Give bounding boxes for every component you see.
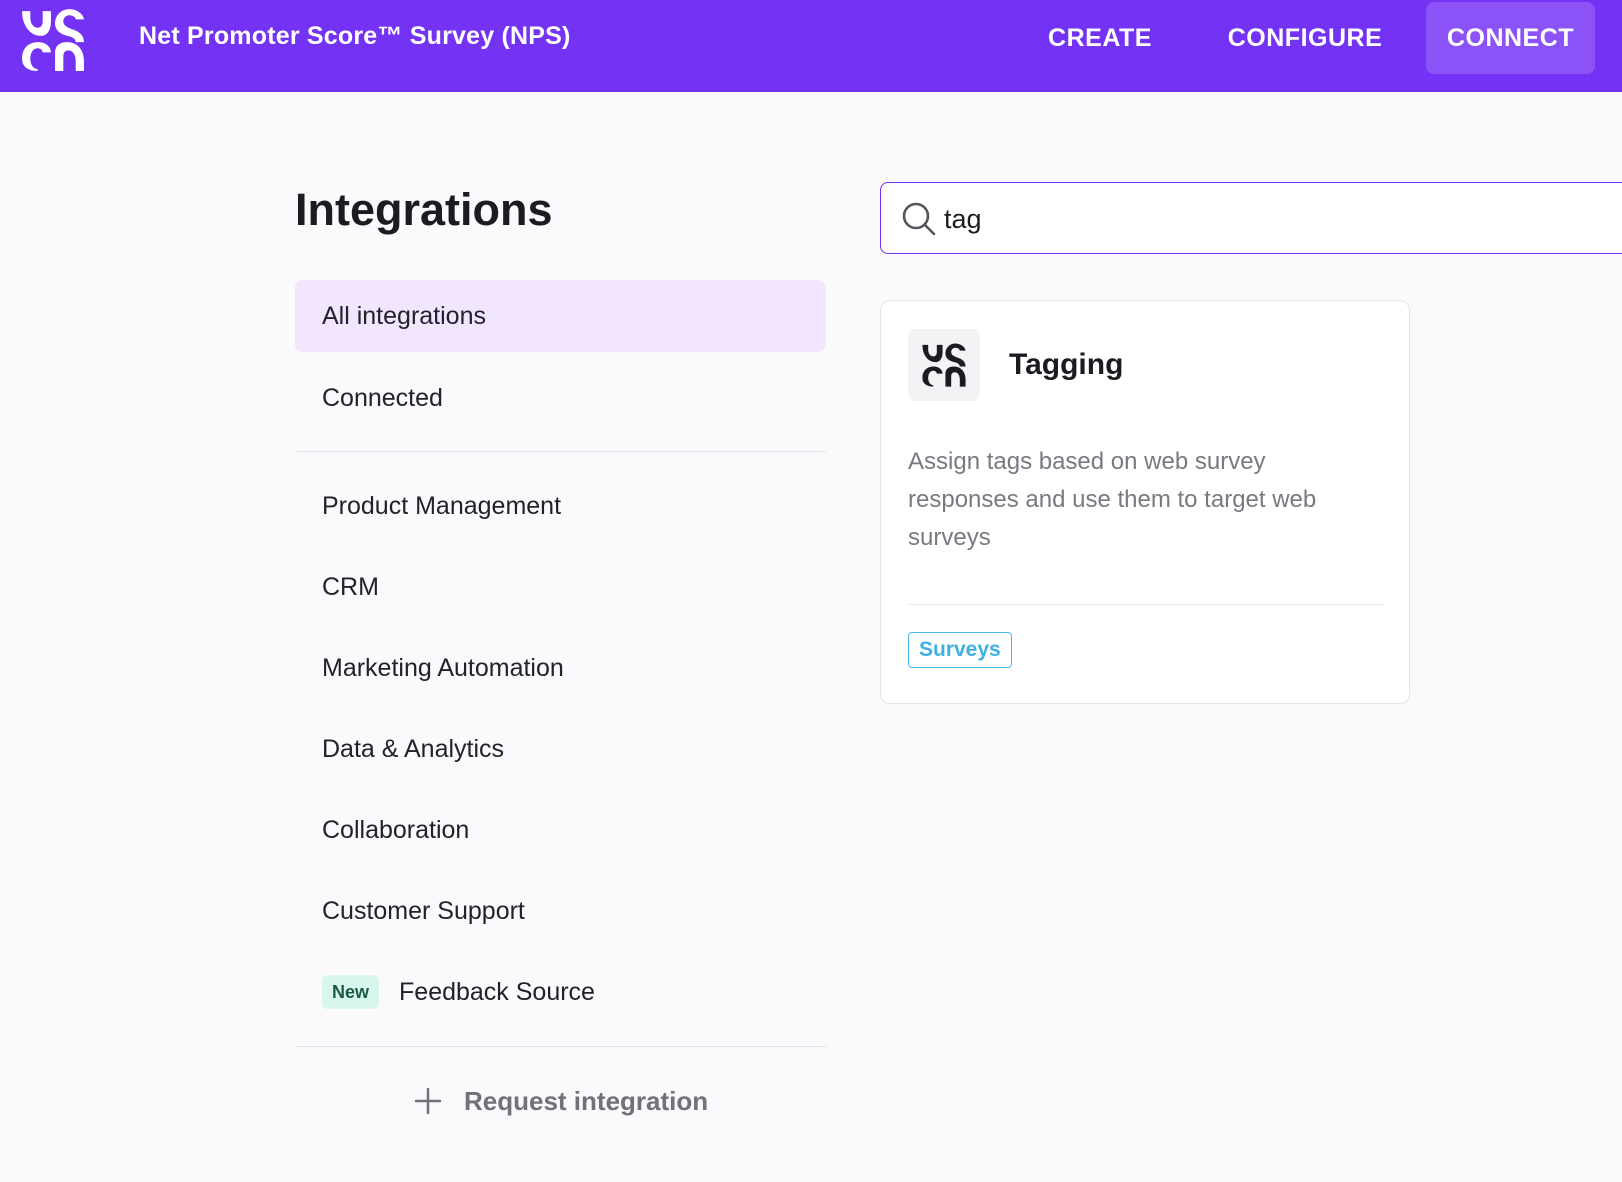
plus-icon bbox=[414, 1087, 442, 1115]
nav-create-button[interactable]: CREATE bbox=[1030, 2, 1170, 74]
search-icon bbox=[902, 202, 936, 236]
new-badge: New bbox=[322, 975, 380, 1009]
nav-connect-button[interactable]: CONNECT bbox=[1426, 2, 1595, 74]
sidebar-item-data-analytics[interactable]: Data & Analytics bbox=[295, 713, 826, 785]
search-box bbox=[880, 182, 1622, 254]
sidebar-divider bbox=[295, 1046, 826, 1047]
category-tag: Surveys bbox=[908, 632, 1012, 668]
sidebar-item-label: Customer Support bbox=[322, 896, 525, 925]
top-bar: Net Promoter Score™ Survey (NPS) CREATE … bbox=[0, 0, 1622, 92]
sidebar-item-connected[interactable]: Connected bbox=[295, 362, 826, 434]
tagging-logo-icon bbox=[908, 329, 980, 401]
survey-title: Net Promoter Score™ Survey (NPS) bbox=[139, 22, 571, 50]
sidebar-item-label: Connected bbox=[322, 383, 443, 412]
sidebar-item-product-management[interactable]: Product Management bbox=[295, 470, 826, 542]
card-divider bbox=[908, 604, 1384, 605]
search-input[interactable] bbox=[944, 197, 1544, 241]
page-title: Integrations bbox=[295, 184, 553, 235]
sidebar-item-label: All integrations bbox=[322, 301, 486, 330]
sidebar-item-label: Collaboration bbox=[322, 815, 470, 844]
integration-card-tagging[interactable]: Tagging Assign tags based on web survey … bbox=[880, 300, 1410, 704]
sidebar-item-label: CRM bbox=[322, 572, 379, 601]
sidebar-item-crm[interactable]: CRM bbox=[295, 551, 826, 623]
nav-configure-button[interactable]: CONFIGURE bbox=[1210, 2, 1400, 74]
request-integration-label: Request integration bbox=[464, 1085, 709, 1116]
card-description: Assign tags based on web survey response… bbox=[908, 448, 1317, 551]
sidebar-item-customer-support[interactable]: Customer Support bbox=[295, 875, 826, 947]
sidebar-item-label: Feedback Source bbox=[399, 977, 595, 1006]
sidebar-item-collaboration[interactable]: Collaboration bbox=[295, 794, 826, 866]
sidebar-item-feedback-source[interactable]: New Feedback Source bbox=[295, 956, 826, 1028]
card-title: Tagging bbox=[1009, 348, 1124, 381]
sidebar-item-all-integrations[interactable]: All integrations bbox=[295, 280, 826, 352]
request-integration-button[interactable]: Request integration bbox=[412, 1076, 708, 1126]
sidebar-item-marketing-automation[interactable]: Marketing Automation bbox=[295, 632, 826, 704]
brand-logo-icon[interactable] bbox=[20, 7, 86, 73]
sidebar-item-label: Data & Analytics bbox=[322, 734, 505, 763]
sidebar-divider bbox=[295, 451, 826, 452]
sidebar-item-label: Marketing Automation bbox=[322, 653, 564, 682]
sidebar-item-label: Product Management bbox=[322, 491, 562, 520]
